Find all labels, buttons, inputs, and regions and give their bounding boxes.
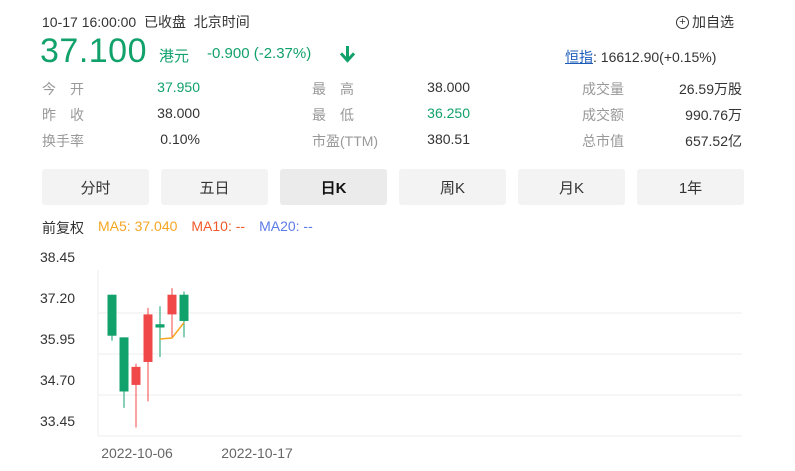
y-tick-label: 34.70 <box>40 372 75 388</box>
candle-body <box>131 366 141 385</box>
candle-body <box>179 294 189 321</box>
y-tick-label: 37.20 <box>40 290 75 306</box>
candle-body <box>143 314 153 362</box>
x-tick-label: 2022-10-17 <box>221 445 293 461</box>
candle-body <box>155 324 165 328</box>
candle-body <box>107 294 117 336</box>
candle-body <box>119 337 129 392</box>
y-tick-label: 35.95 <box>40 331 75 347</box>
candle-body <box>167 294 177 315</box>
y-tick-label: 33.45 <box>40 413 75 429</box>
kline-chart[interactable]: 38.45 37.20 35.95 34.70 33.45 2022-10-06 2022-… <box>0 0 795 471</box>
x-tick-label: 2022-10-06 <box>101 445 173 461</box>
y-tick-label: 38.45 <box>40 249 75 265</box>
